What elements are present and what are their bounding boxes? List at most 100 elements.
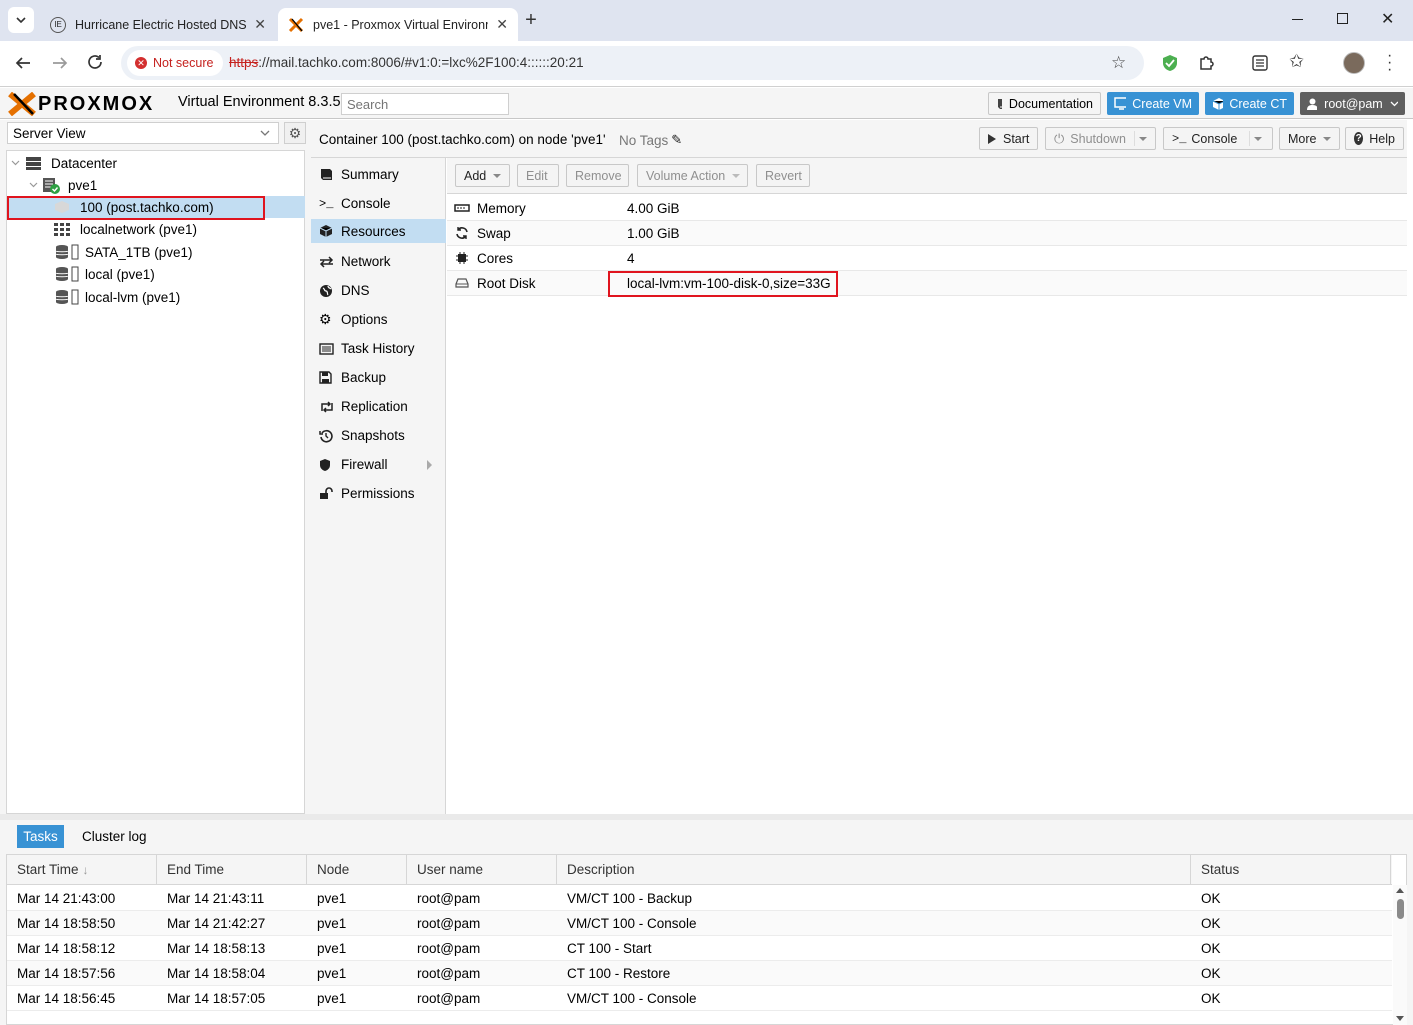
table-row[interactable]: Mar 14 21:43:00 Mar 14 21:43:11 pve1 root@p… (7, 886, 1392, 911)
back-arrow-icon[interactable] (15, 55, 31, 71)
server-view-select[interactable]: Server View (7, 122, 279, 144)
browser-tab-strip: IE Hurricane Electric Hosted DNS ✕ pve1 … (0, 0, 1413, 41)
tags-editor[interactable]: No Tags ✎ (619, 132, 682, 148)
bookmark-star-icon[interactable]: ☆ (1111, 53, 1126, 73)
create-vm-button[interactable]: Create VM (1107, 92, 1199, 115)
table-row[interactable]: Mar 14 18:56:45 Mar 14 18:57:05 pve1 root@p… (7, 986, 1392, 1011)
console-label: Console (1191, 131, 1238, 146)
network-grid-icon (54, 223, 70, 236)
table-row[interactable]: Mar 14 18:57:56 Mar 14 18:58:04 pve1 root@p… (7, 961, 1392, 986)
menu-item-label: Summary (341, 167, 399, 182)
menu-item-label: Firewall (341, 457, 388, 472)
tree-item-sata-1tb[interactable]: SATA_1TB (pve1) (55, 241, 193, 263)
highlight-box (608, 271, 838, 297)
table-row[interactable]: Mar 14 18:58:12 Mar 14 18:58:13 pve1 root@p… (7, 936, 1392, 961)
browser-tab-he-dns[interactable]: IE Hurricane Electric Hosted DNS ✕ (40, 8, 276, 41)
tab-search-button[interactable] (8, 7, 34, 33)
column-header-node[interactable]: Node (307, 855, 407, 884)
tasks-grid-header: Start Time ↓ End Time Node User name Descript… (7, 855, 1392, 885)
tasks-scrollbar[interactable] (1393, 885, 1407, 1025)
scrollbar-thumb[interactable] (1396, 899, 1404, 919)
close-icon[interactable]: ✕ (254, 16, 266, 33)
column-header-end-time[interactable]: End Time (157, 855, 307, 884)
column-header-label: Node (317, 862, 350, 877)
page-title: Container 100 (post.tachko.com) on node … (319, 132, 606, 147)
browser-menu-icon[interactable]: · · · (1387, 48, 1392, 78)
search-input[interactable] (341, 93, 509, 115)
create-ct-button[interactable]: Create CT (1205, 92, 1294, 115)
more-button[interactable]: More (1279, 127, 1340, 150)
help-button[interactable]: ? Help (1345, 127, 1404, 150)
add-button[interactable]: Add (455, 164, 510, 187)
menu-item-permissions[interactable]: Permissions (311, 479, 446, 508)
power-icon: ⏻ (1054, 130, 1065, 146)
start-button[interactable]: Start (979, 127, 1038, 150)
menu-item-console[interactable]: >_ Console (311, 189, 446, 218)
minimize-icon[interactable] (1288, 12, 1308, 26)
shutdown-button[interactable]: ⏻ Shutdown (1045, 127, 1156, 150)
menu-item-summary[interactable]: Summary (311, 160, 446, 189)
column-header-description[interactable]: Description (557, 855, 1191, 884)
tree-item-localnetwork[interactable]: localnetwork (pve1) (53, 218, 197, 240)
menu-item-options[interactable]: ⚙ Options (311, 305, 446, 334)
tree-item-local-lvm[interactable]: local-lvm (pve1) (55, 286, 180, 308)
console-button[interactable]: >_ Console (1163, 127, 1273, 150)
user-menu-button[interactable]: root@pam (1300, 92, 1405, 115)
extensions-puzzle-icon[interactable] (1198, 54, 1215, 71)
hdd-icon (447, 278, 477, 288)
window-close-icon[interactable]: ✕ (1381, 9, 1394, 29)
remove-button[interactable]: Remove (566, 164, 629, 187)
tab-cluster-log[interactable]: Cluster log (82, 829, 147, 844)
tree-item-pve1[interactable]: pve1 (29, 174, 97, 196)
forward-arrow-icon[interactable] (52, 55, 68, 71)
menu-item-label: Options (341, 312, 388, 327)
resource-row-memory[interactable]: Memory 4.00 GiB (447, 196, 1407, 221)
close-icon[interactable]: ✕ (496, 16, 508, 33)
resource-row-root-disk[interactable]: Root Disk local-lvm:vm-100-disk-0,size=3… (447, 271, 1407, 296)
menu-item-network[interactable]: Network (311, 247, 446, 276)
resource-row-cores[interactable]: Cores 4 (447, 246, 1407, 271)
favorites-icon[interactable]: ✩ (1289, 51, 1304, 72)
menu-item-resources[interactable]: Resources (311, 219, 446, 243)
gear-icon[interactable]: ⚙ (284, 122, 306, 144)
tab-tasks[interactable]: Tasks (17, 825, 64, 848)
table-cell: VM/CT 100 - Console (567, 915, 697, 931)
tree-item-datacenter[interactable]: Datacenter (11, 152, 117, 174)
browser-tab-pve1[interactable]: pve1 - Proxmox Virtual Environm ✕ (278, 8, 518, 41)
url-scheme: https (229, 55, 259, 70)
menu-item-snapshots[interactable]: Snapshots (311, 421, 446, 450)
tasks-grid: Start Time ↓ End Time Node User name Descript… (6, 854, 1407, 1025)
table-cell: Mar 14 18:58:12 (17, 940, 116, 956)
resource-key: Root Disk (477, 275, 536, 291)
shield-extension-icon[interactable] (1161, 54, 1179, 72)
reading-list-icon[interactable] (1252, 55, 1268, 71)
edit-button[interactable]: Edit (517, 164, 559, 187)
menu-item-replication[interactable]: Replication (311, 392, 446, 421)
volume-action-button[interactable]: Volume Action (637, 164, 748, 187)
new-tab-icon[interactable]: + (520, 9, 542, 31)
maximize-icon[interactable] (1337, 13, 1348, 24)
resource-row-swap[interactable]: Swap 1.00 GiB (447, 221, 1407, 246)
floppy-icon (319, 371, 341, 384)
address-bar[interactable]: ✕ Not secure https://mail.tachko.com:800… (121, 46, 1144, 80)
column-header-status[interactable]: Status (1191, 855, 1391, 884)
resources-grid: Memory 4.00 GiB Swap 1.00 GiB Cores 4 Ro… (447, 196, 1407, 296)
column-header-user-name[interactable]: User name (407, 855, 557, 884)
menu-item-firewall[interactable]: Firewall (311, 450, 446, 479)
column-header-start-time[interactable]: Start Time ↓ (7, 855, 157, 884)
menu-item-label: Backup (341, 370, 387, 385)
tree-item-ct-100[interactable]: 100 (post.tachko.com) (53, 196, 214, 218)
security-chip[interactable]: ✕ Not secure (127, 50, 224, 76)
documentation-button[interactable]: Documentation (988, 92, 1101, 115)
not-secure-icon: ✕ (135, 57, 147, 69)
reload-icon[interactable] (87, 54, 104, 71)
table-row[interactable]: Mar 14 18:58:50 Mar 14 21:42:27 pve1 root@p… (7, 911, 1392, 936)
menu-item-dns[interactable]: DNS (311, 276, 446, 305)
column-header-label: Start Time (17, 862, 79, 877)
menu-item-task-history[interactable]: Task History (311, 334, 446, 363)
revert-button[interactable]: Revert (756, 164, 810, 187)
profile-avatar[interactable] (1343, 52, 1365, 74)
menu-item-backup[interactable]: Backup (311, 363, 446, 392)
tree-item-local[interactable]: local (pve1) (55, 263, 155, 285)
menu-item-label: Network (341, 254, 391, 269)
